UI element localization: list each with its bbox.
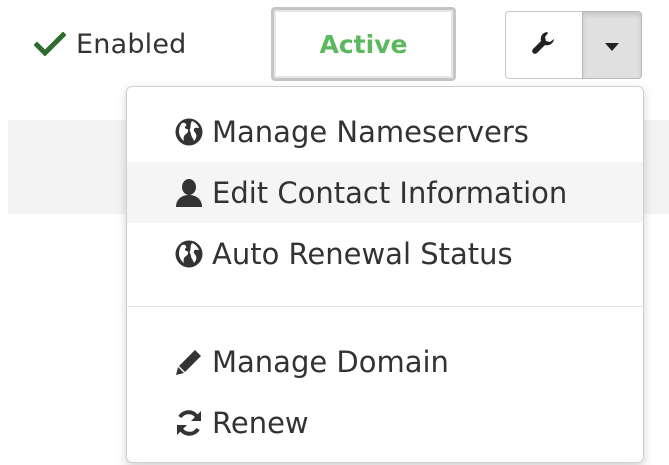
- status-label: Enabled: [76, 28, 187, 60]
- pencil-icon: [174, 343, 212, 381]
- menu-item-edit-contact-information[interactable]: Edit Contact Information: [127, 162, 643, 223]
- globe-icon: [174, 235, 212, 273]
- menu-item-label: Manage Domain: [212, 344, 449, 379]
- menu-item-label: Edit Contact Information: [212, 175, 568, 210]
- user-icon: [174, 174, 212, 212]
- wrench-icon: [530, 29, 558, 61]
- caret-down-icon: [605, 36, 619, 55]
- menu-item-manage-domain[interactable]: Manage Domain: [127, 331, 643, 392]
- menu-item-label: Manage Nameservers: [212, 114, 529, 149]
- menu-item-auto-renewal-status[interactable]: Auto Renewal Status: [127, 223, 643, 284]
- actions-dropdown-menu: Manage Nameservers Edit Contact Informat…: [126, 86, 644, 463]
- tools-button[interactable]: [505, 11, 582, 79]
- menu-divider: [127, 306, 643, 307]
- menu-item-label: Renew: [212, 405, 309, 440]
- menu-item-renew[interactable]: Renew: [127, 392, 643, 453]
- refresh-icon: [174, 404, 212, 442]
- check-icon: [33, 31, 67, 57]
- menu-item-manage-nameservers[interactable]: Manage Nameservers: [127, 101, 643, 162]
- active-status-button[interactable]: Active: [271, 7, 456, 81]
- status-indicator: Enabled: [33, 24, 187, 64]
- dropdown-toggle-button[interactable]: [582, 11, 642, 79]
- globe-icon: [174, 113, 212, 151]
- actions-button-group: [505, 11, 642, 79]
- menu-item-label: Auto Renewal Status: [212, 236, 513, 271]
